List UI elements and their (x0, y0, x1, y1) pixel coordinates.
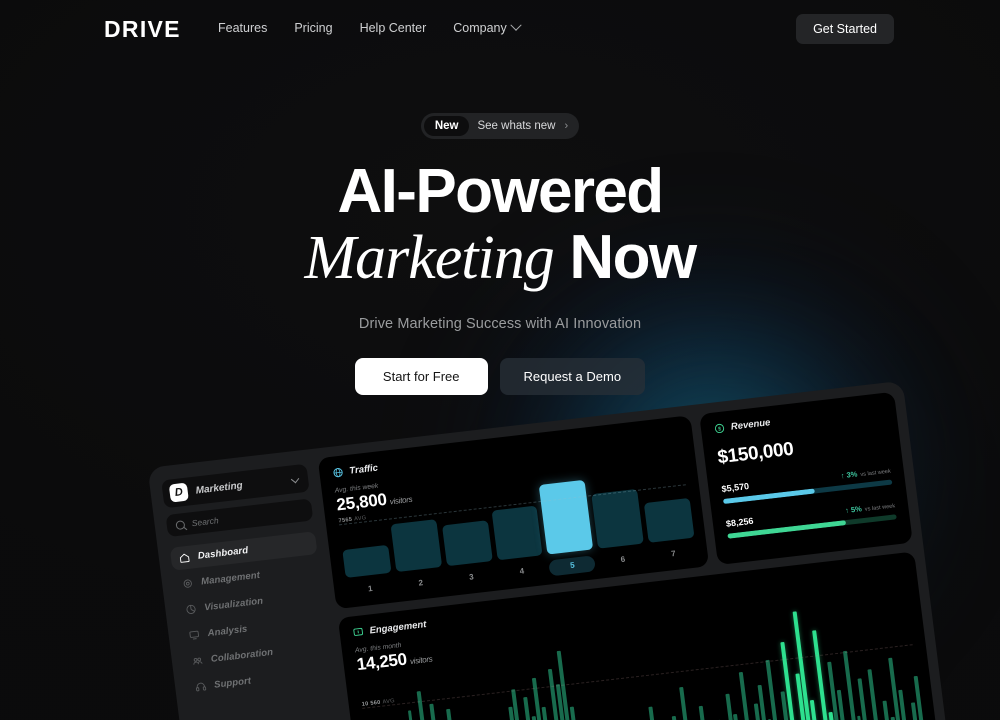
hero-cta-row: Start for Free Request a Demo (0, 357, 1000, 395)
revenue-delta-note: vs last week (864, 503, 896, 513)
get-started-button[interactable]: Get Started (796, 14, 894, 44)
headline-line-1: AI-Powered (337, 157, 664, 226)
traffic-bar (342, 544, 392, 578)
revenue-amount: $5,570 (721, 481, 750, 495)
headline-line-2: Marketing Now (0, 224, 1000, 293)
nav-link-label: Help Center (359, 21, 427, 35)
svg-text:$: $ (718, 426, 722, 432)
revenue-row: $5,570 ↑ 3% vs last week (721, 465, 893, 505)
engagement-bar (569, 706, 587, 720)
traffic-x-label: 3 (468, 571, 475, 582)
chat-icon (353, 627, 363, 636)
engagement-bar (867, 668, 885, 720)
revenue-total: $150,000 (716, 438, 795, 469)
engagement-bar (698, 705, 714, 720)
headline-italic-word: Marketing (304, 224, 555, 293)
traffic-x-label: 7 (670, 548, 677, 558)
revenue-row: $8,256 ↑ 5% vs last week (725, 499, 897, 539)
revenue-delta-value: ↑ 5% (844, 504, 863, 516)
hero-subtitle: Drive Marketing Success with AI Innovati… (358, 315, 642, 332)
traffic-bar (643, 497, 695, 543)
sidebar-item-label: Analysis (207, 623, 249, 640)
traffic-bar (591, 489, 645, 549)
sidebar-item-label: Collaboration (210, 646, 274, 665)
nav-link-label: Pricing (294, 21, 333, 35)
sidebar-item-label: Dashboard (197, 545, 249, 562)
engagement-title: Engagement (368, 619, 427, 637)
revenue-amount: $8,256 (725, 515, 755, 529)
globe-icon (333, 468, 343, 478)
chevron-right-icon: › (564, 120, 569, 132)
traffic-x-label: 4 (519, 565, 525, 576)
traffic-x-label: 1 (367, 583, 374, 593)
sidebar-item-label: Visualization (203, 595, 264, 614)
nav-link-features[interactable]: Features (218, 21, 267, 35)
home-icon (179, 553, 190, 563)
sidebar-nav: Dashboard Management Visualization Analysis… (169, 531, 334, 700)
revenue-delta: ↑ 3% vs last week (840, 466, 891, 481)
revenue-delta: ↑ 5% vs last week (845, 500, 896, 515)
sidebar-item-label: Support (213, 675, 252, 691)
users-icon (193, 657, 203, 665)
engagement-bar (679, 687, 698, 720)
headline-tail-word: Now (569, 223, 697, 293)
revenue-delta-note: vs last week (860, 468, 892, 479)
traffic-bar (441, 519, 493, 567)
workspace-name: Marketing (195, 479, 244, 497)
dollar-icon: $ (714, 423, 725, 434)
pie-chart-icon (186, 604, 196, 614)
nav-link-company[interactable]: Company (453, 19, 522, 35)
dashboard-shell: D Marketing Search Dashboard Management Vi… (147, 380, 953, 720)
nav-link-help-center[interactable]: Help Center (360, 21, 427, 35)
traffic-title: Traffic (348, 462, 379, 477)
request-demo-button[interactable]: Request a Demo (499, 357, 646, 395)
traffic-bar (539, 479, 594, 555)
nav-link-pricing[interactable]: Pricing (294, 21, 332, 35)
revenue-delta-value: ↑ 3% (840, 469, 858, 481)
nav-links: Features Pricing Help Center Company (218, 19, 522, 35)
badge-new-pill: New (423, 116, 470, 136)
dashboard-main: Traffic Avg. this week 25,800 visitors 75… (317, 391, 942, 720)
top-navigation: DRIVE Features Pricing Help Center Company … (0, 0, 1000, 58)
traffic-card[interactable]: Traffic Avg. this week 25,800 visitors 75… (317, 415, 710, 610)
engagement-bar (648, 706, 664, 720)
start-for-free-button[interactable]: Start for Free (354, 357, 488, 395)
hero-section: New See whats new › AI-Powered Marketing… (0, 0, 1000, 395)
nav-link-label: Company (453, 21, 507, 35)
engagement-bar (429, 703, 449, 720)
sidebar-item-label: Management (200, 569, 261, 588)
search-placeholder: Search (191, 515, 220, 529)
revenue-card[interactable]: $ Revenue $150,000 $5,570 ↑ 3% vs last wee… (699, 391, 913, 566)
headset-icon (195, 682, 207, 692)
presentation-icon (189, 630, 199, 640)
traffic-x-label: 2 (417, 577, 424, 588)
chevron-down-icon (290, 474, 300, 484)
chevron-down-icon (510, 19, 522, 31)
brand-logo[interactable]: DRIVE (104, 16, 181, 43)
settings-icon (183, 579, 192, 588)
page-title: AI-Powered Marketing Now (0, 157, 1000, 293)
engagement-bar (446, 708, 465, 720)
traffic-bar (390, 519, 442, 573)
revenue-title: Revenue (730, 417, 772, 433)
traffic-bar (491, 505, 543, 561)
nav-link-label: Features (218, 21, 268, 35)
badge-label: See whats new (477, 120, 556, 132)
engagement-bar (793, 611, 819, 720)
traffic-x-label: 5 (548, 554, 597, 576)
whats-new-badge[interactable]: New See whats new › (420, 113, 580, 139)
revenue-rows: $5,570 ↑ 3% vs last week $8,256 ↑ 5% vs last … (721, 465, 897, 539)
dashboard-mockup: D Marketing Search Dashboard Management Vi… (147, 380, 953, 720)
workspace-logo: D (168, 482, 189, 503)
search-icon (175, 519, 186, 530)
traffic-x-label: 6 (620, 554, 626, 564)
